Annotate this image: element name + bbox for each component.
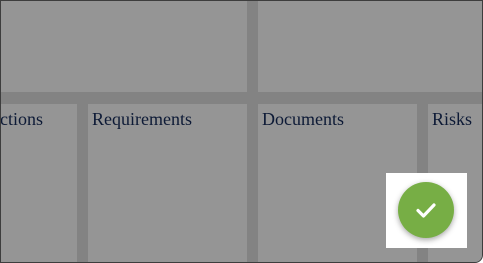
column-label-risks: Risks: [432, 109, 473, 129]
dimmed-board: Actions Requirements Documents Risks: [0, 0, 483, 263]
column-label-requirements: Requirements: [92, 109, 192, 129]
confirm-fab-button[interactable]: [398, 182, 454, 238]
board-column-actions[interactable]: Actions: [1, 104, 77, 262]
fab-highlight-panel: [386, 173, 467, 248]
column-label-actions: Actions: [0, 109, 43, 129]
board-tile-top-right: [258, 1, 482, 92]
checkmark-icon: [416, 203, 436, 218]
board-column-requirements[interactable]: Requirements: [88, 104, 247, 262]
board-tile-top-left: [1, 1, 247, 92]
column-label-documents: Documents: [262, 109, 344, 129]
